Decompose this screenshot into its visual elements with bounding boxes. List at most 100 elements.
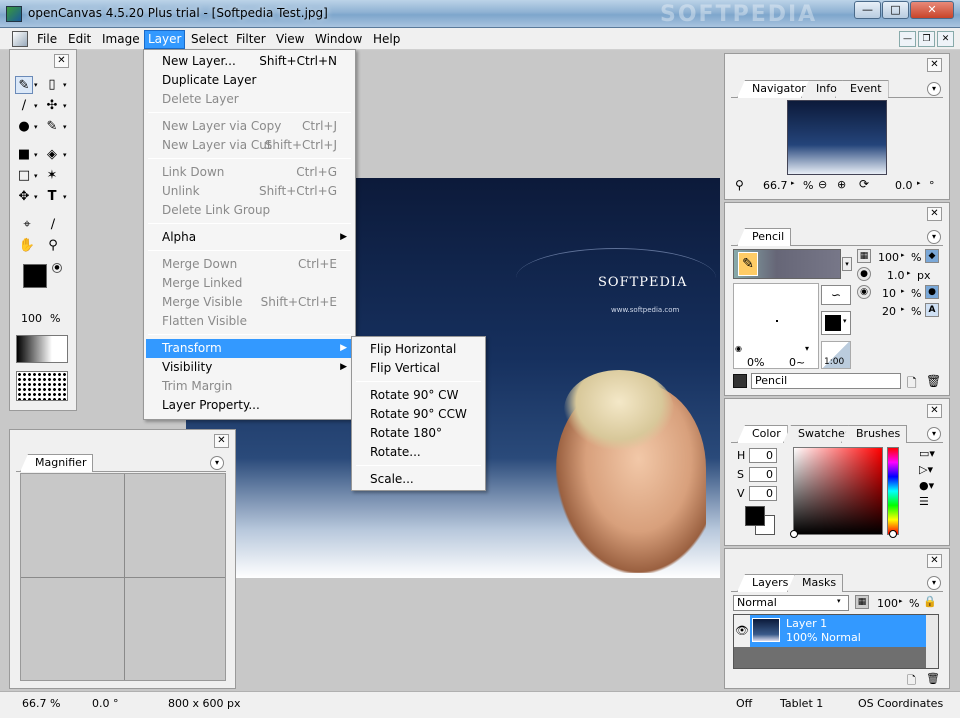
preview-scale-box[interactable]: 1:00 (821, 341, 851, 369)
chevron-right-icon[interactable]: ▸ (901, 251, 905, 259)
texture-selector[interactable] (16, 371, 68, 401)
chevron-down-icon[interactable]: ▾ (34, 146, 40, 164)
menu-flip-horizontal[interactable]: Flip Horizontal (354, 340, 483, 359)
document-icon[interactable] (12, 31, 28, 47)
chevron-right-icon[interactable]: ▸ (917, 179, 921, 187)
tab-navigator[interactable]: Navigator (737, 80, 813, 98)
menu-transform[interactable]: Transform ▶ (146, 339, 353, 358)
color-dot-icon[interactable]: ●▾ (919, 479, 934, 492)
brush-color-selector[interactable]: ▾ (821, 311, 851, 335)
lock-icon[interactable]: 🔒 (923, 595, 937, 608)
menu-view[interactable]: View (273, 31, 307, 48)
minimize-button[interactable]: — (854, 1, 881, 19)
menu-rotate-custom[interactable]: Rotate... (354, 443, 483, 462)
menu-rotate-90-ccw[interactable]: Rotate 90° CCW (354, 405, 483, 424)
layer-opacity-value[interactable]: 100 (877, 597, 898, 610)
v-field[interactable]: 0 (749, 486, 777, 501)
pencil-preset-icon[interactable]: ✎ (738, 252, 758, 276)
zoom-in-icon[interactable]: ⊕ (837, 178, 846, 191)
pencil-tool-icon[interactable]: ✎ (15, 76, 33, 94)
search-icon[interactable]: ⚲ (735, 178, 744, 192)
blur-tool-icon[interactable]: ● (15, 118, 33, 136)
chevron-down-icon[interactable]: ▾ (63, 97, 69, 115)
magic-wand-tool-icon[interactable]: ✶ (43, 167, 61, 185)
fill-rect-tool-icon[interactable]: ■ (15, 146, 33, 164)
color-sv-picker[interactable] (790, 447, 883, 538)
brush-panel-close-icon[interactable]: ✕ (927, 207, 942, 221)
chevron-down-icon[interactable]: ▾ (63, 188, 69, 206)
zoom-out-icon[interactable]: ⊖ (818, 178, 827, 191)
chevron-right-icon[interactable]: ▸ (791, 179, 795, 187)
brush-density-value[interactable]: 10 (882, 287, 896, 300)
navigator-zoom-value[interactable]: 66.7 (763, 179, 788, 192)
brush-menu-icon[interactable]: ▾ (927, 230, 941, 244)
navigator-thumbnail[interactable] (787, 100, 887, 175)
marker-tool-icon[interactable]: ✎ (43, 118, 61, 136)
chevron-right-icon[interactable]: ▸ (907, 269, 911, 277)
layers-panel-close-icon[interactable]: ✕ (927, 554, 942, 568)
eyedropper-tool-icon[interactable]: ∕ (44, 216, 62, 234)
mdi-minimize-button[interactable]: — (899, 31, 916, 47)
h-field[interactable]: 0 (749, 448, 777, 463)
tab-pencil[interactable]: Pencil (737, 228, 792, 246)
chevron-down-icon[interactable]: ▾ (34, 167, 40, 185)
chevron-right-icon[interactable]: ▸ (901, 305, 905, 313)
tab-masks[interactable]: Masks (787, 574, 844, 592)
menu-edit[interactable]: Edit (65, 31, 94, 48)
color-panel-close-icon[interactable]: ✕ (927, 404, 942, 418)
chevron-down-icon[interactable]: ▾ (34, 97, 40, 115)
tab-brushes[interactable]: Brushes (841, 425, 908, 443)
color-play-icon[interactable]: ▷▾ (919, 463, 933, 476)
color-list-icon[interactable]: ☰ (919, 495, 929, 508)
menu-flip-vertical[interactable]: Flip Vertical (354, 359, 483, 378)
bucket-tool-icon[interactable]: ◈ (43, 146, 61, 164)
maximize-button[interactable]: □ (882, 1, 909, 19)
chevron-down-icon[interactable]: ▾ (63, 118, 69, 136)
menu-file[interactable]: File (34, 31, 60, 48)
menu-rotate-180[interactable]: Rotate 180° (354, 424, 483, 443)
preview-right-icon[interactable]: ▾ (805, 344, 809, 353)
hand-tool-icon[interactable]: ✋ (18, 237, 36, 255)
foreground-color-swatch[interactable] (23, 264, 47, 288)
close-button[interactable]: ✕ (910, 1, 954, 19)
tab-color[interactable]: Color (737, 425, 788, 443)
stroke-shape-icon[interactable]: ∽ (821, 285, 851, 305)
brush-hardness-value[interactable]: 20 (882, 305, 896, 318)
menu-new-layer[interactable]: New Layer... Shift+Ctrl+N (146, 52, 353, 71)
move-tool-icon[interactable]: ✥ (15, 188, 33, 206)
menu-select[interactable]: Select (188, 31, 231, 48)
chevron-down-icon[interactable]: ▾ (837, 597, 841, 605)
color-fg-swatch[interactable] (745, 506, 765, 526)
tab-event[interactable]: Event (835, 80, 889, 98)
menu-help[interactable]: Help (370, 31, 403, 48)
rotate-icon[interactable]: ⟳ (859, 177, 869, 191)
navigator-menu-icon[interactable]: ▾ (927, 82, 941, 96)
layers-menu-icon[interactable]: ▾ (927, 576, 941, 590)
chevron-down-icon[interactable]: ▾ (34, 188, 40, 206)
preview-left-icon[interactable]: ◉ (735, 344, 742, 353)
brush-presets-strip[interactable]: ✎ (733, 249, 841, 279)
crop-tool-icon[interactable]: ⌖ (18, 216, 36, 234)
menu-image[interactable]: Image (99, 31, 143, 48)
brush-size-value[interactable]: 1.0 (887, 269, 905, 282)
chevron-down-icon[interactable]: ▾ (842, 257, 852, 271)
mdi-restore-button[interactable]: ❐ (918, 31, 935, 47)
hue-slider[interactable] (887, 447, 899, 538)
blend-mode-select[interactable]: Normal (733, 595, 849, 611)
brush-opacity-value[interactable]: 100 (878, 251, 899, 264)
brush-tool-icon[interactable]: ∕ (15, 97, 33, 115)
chevron-down-icon[interactable]: ▾ (63, 146, 69, 164)
eye-icon[interactable]: 👁 (734, 615, 750, 647)
tab-layers[interactable]: Layers (737, 574, 796, 592)
zoom-tool-icon[interactable]: ⚲ (44, 237, 62, 255)
gradient-selector[interactable] (16, 335, 68, 363)
menu-layer[interactable]: Layer (143, 30, 186, 49)
new-brush-icon[interactable]: 🗋 (907, 374, 917, 395)
chevron-right-icon[interactable]: ▸ (901, 287, 905, 295)
color-menu-icon[interactable]: ▾ (927, 427, 941, 441)
chevron-down-icon[interactable]: ▾ (63, 76, 69, 94)
trash-icon[interactable]: 🗑 (926, 374, 941, 388)
mdi-close-button[interactable]: ✕ (937, 31, 954, 47)
new-layer-icon[interactable]: 🗋 (907, 672, 916, 691)
eraser-tool-icon[interactable]: ▯ (43, 76, 61, 94)
